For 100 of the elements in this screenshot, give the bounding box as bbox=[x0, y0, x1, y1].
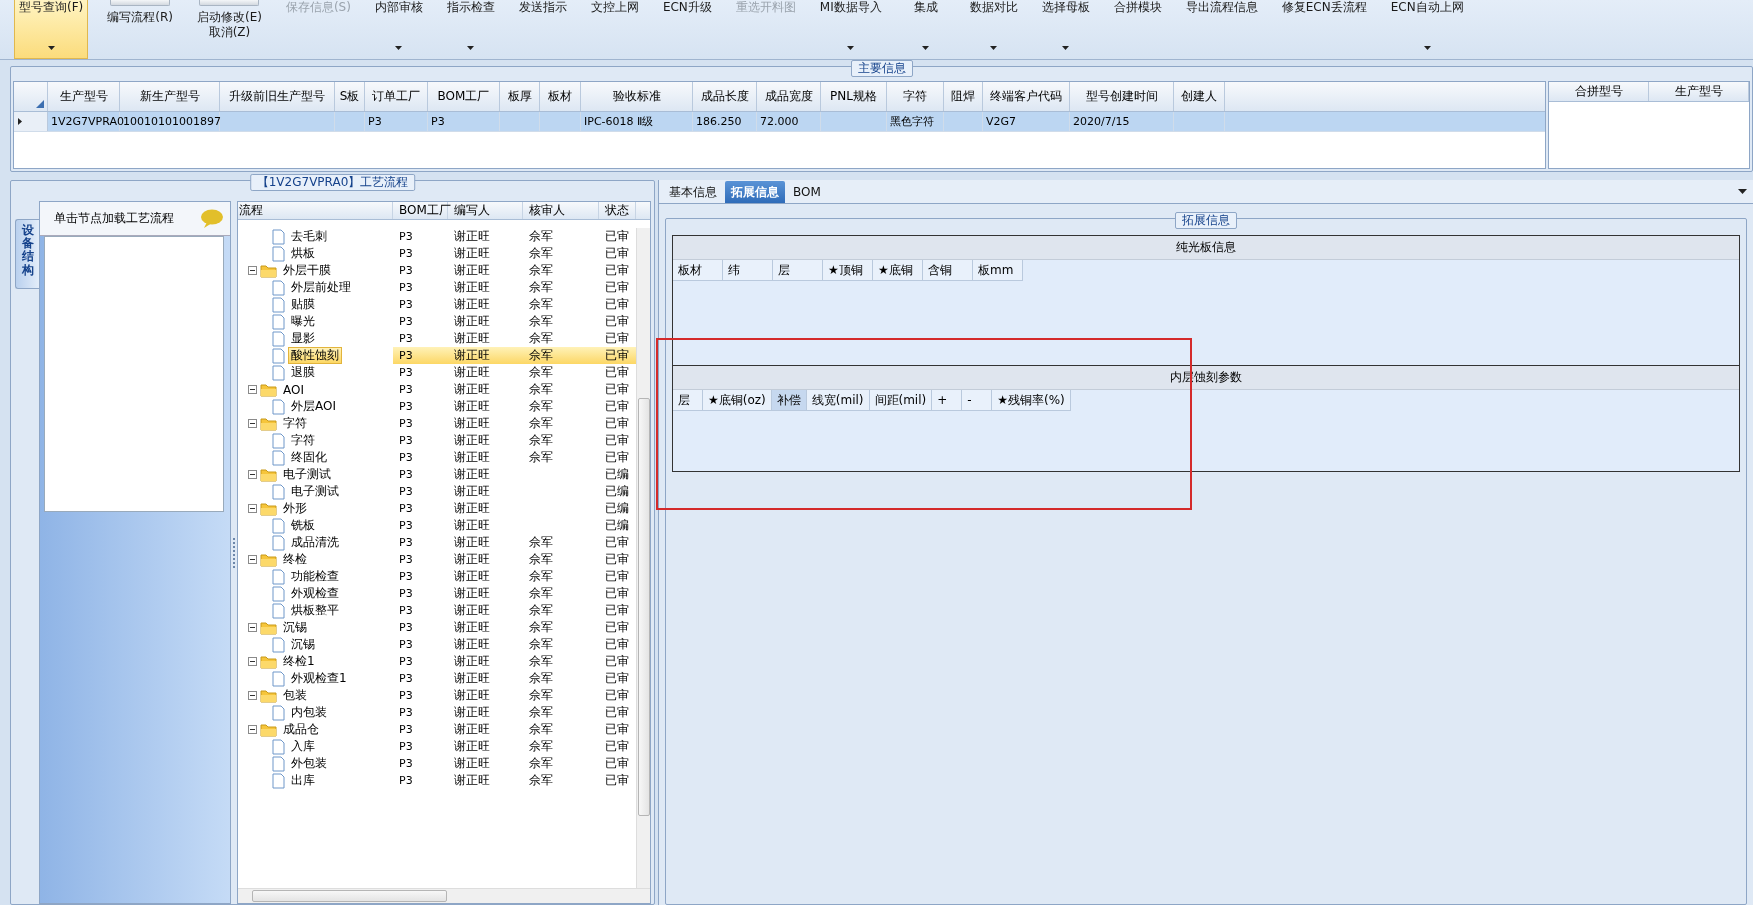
tree-node[interactable]: 内包装 bbox=[288, 704, 330, 721]
toolbar-button[interactable]: 型号查询(F) bbox=[14, 0, 89, 59]
tree-node[interactable]: 电子测试 bbox=[280, 466, 334, 483]
column-header[interactable]: 阻焊 bbox=[944, 82, 983, 111]
tree-node[interactable]: 终固化 bbox=[288, 449, 330, 466]
table-row[interactable]: 1V2G7VPRA010010101001897 P3 P3 IPC-6018 Ⅱ级 186.250 72.000 黑色字符 V2G7 2020/7/15 bbox=[14, 112, 1545, 132]
column-header[interactable]: ★顶铜 bbox=[823, 260, 873, 281]
column-header[interactable]: 成品长度 bbox=[693, 82, 757, 111]
collapse-icon[interactable] bbox=[248, 504, 257, 513]
collapse-icon[interactable] bbox=[248, 470, 257, 479]
column-header[interactable]: BOM工厂 bbox=[428, 82, 500, 111]
column-header[interactable]: 状态 bbox=[599, 202, 636, 219]
collapse-icon[interactable] bbox=[248, 555, 257, 564]
column-header[interactable]: 补偿 bbox=[771, 390, 807, 411]
column-header[interactable]: 层 bbox=[673, 390, 703, 411]
tree-node[interactable]: 外观检查 bbox=[288, 585, 342, 602]
toolbar-button[interactable]: 选择母板 bbox=[1036, 0, 1095, 59]
vertical-scrollbar[interactable] bbox=[636, 228, 650, 888]
column-header[interactable]: ★残铜率(%) bbox=[992, 390, 1071, 411]
tree-node[interactable]: 曝光 bbox=[288, 313, 318, 330]
tree-node[interactable]: 烘板 bbox=[288, 245, 318, 262]
collapse-icon[interactable] bbox=[248, 623, 257, 632]
column-header[interactable]: PNL规格 bbox=[821, 82, 887, 111]
toolbar-button[interactable]: 合拼模块 bbox=[1108, 0, 1167, 59]
side-tab[interactable]: 设备结构 bbox=[15, 219, 39, 289]
tree-node[interactable]: 终检1 bbox=[280, 653, 318, 670]
toolbar-button[interactable]: 编写流程(R) bbox=[102, 0, 178, 59]
tree-node[interactable]: 显影 bbox=[288, 330, 318, 347]
tree-node[interactable]: 外层干膜 bbox=[280, 262, 334, 279]
toolbar-button[interactable]: 导出流程信息 bbox=[1180, 0, 1263, 59]
toolbar-button[interactable]: 文控上网 bbox=[585, 0, 644, 59]
collapse-icon[interactable] bbox=[248, 725, 257, 734]
column-header[interactable]: ★底铜(oz) bbox=[703, 390, 772, 411]
column-header[interactable]: 生产型号 bbox=[48, 82, 120, 111]
column-header[interactable]: 纬 bbox=[723, 260, 773, 281]
tree-node[interactable]: 字符 bbox=[280, 415, 310, 432]
tree-node[interactable]: 外层AOI bbox=[288, 398, 339, 415]
column-header[interactable]: 间距(mil) bbox=[869, 390, 933, 411]
tree-node[interactable]: 入库 bbox=[288, 738, 318, 755]
tab[interactable]: 拓展信息 bbox=[725, 181, 785, 203]
tree-node[interactable]: 外观检查1 bbox=[288, 670, 350, 687]
tree-node[interactable]: 去毛刺 bbox=[288, 228, 330, 245]
collapse-icon[interactable] bbox=[248, 385, 257, 394]
collapse-icon[interactable] bbox=[248, 419, 257, 428]
tree-node[interactable]: 成品仓 bbox=[280, 721, 322, 738]
column-header[interactable]: 板厚 bbox=[500, 82, 540, 111]
collapse-icon[interactable] bbox=[248, 657, 257, 666]
column-header[interactable]: S板 bbox=[335, 82, 365, 111]
tree-node[interactable]: 沉锡 bbox=[288, 636, 318, 653]
column-header[interactable]: 板材 bbox=[673, 260, 723, 281]
column-header[interactable]: ★底铜 bbox=[873, 260, 923, 281]
toolbar-button[interactable]: 数据对比 bbox=[964, 0, 1023, 59]
column-header[interactable]: 升级前旧生产型号 bbox=[220, 82, 335, 111]
column-header[interactable]: 含铜 bbox=[923, 260, 973, 281]
toolbar-button[interactable]: ECN自动上网 bbox=[1385, 0, 1469, 59]
column-header[interactable]: 流程 bbox=[238, 202, 393, 219]
toolbar-button[interactable]: 集成 bbox=[900, 0, 951, 59]
column-header[interactable]: 终端客户代码 bbox=[983, 82, 1070, 111]
tree-node[interactable]: 外层前处理 bbox=[288, 279, 354, 296]
horizontal-scrollbar[interactable] bbox=[238, 888, 650, 903]
tree-node[interactable]: 终检 bbox=[280, 551, 310, 568]
tree-node[interactable]: AOI bbox=[280, 381, 307, 398]
column-header[interactable]: 型号创建时间 bbox=[1070, 82, 1174, 111]
column-header[interactable]: 合拼型号 bbox=[1549, 82, 1649, 101]
toolbar-button[interactable]: MI数据导入 bbox=[814, 0, 887, 59]
tree-node[interactable]: 功能检查 bbox=[288, 568, 342, 585]
column-header[interactable]: - bbox=[962, 390, 993, 411]
tree-node[interactable]: 字符 bbox=[288, 432, 318, 449]
column-header[interactable]: 创建人 bbox=[1174, 82, 1225, 111]
collapse-icon[interactable] bbox=[248, 691, 257, 700]
tree-node[interactable]: 电子测试 bbox=[288, 483, 342, 500]
tree-node[interactable]: 退膜 bbox=[288, 364, 318, 381]
toolbar-button[interactable]: 启动修改(E) 取消(Z) bbox=[191, 0, 267, 59]
tab[interactable]: BOM bbox=[787, 181, 827, 203]
tree-node[interactable]: 外包装 bbox=[288, 755, 330, 772]
column-header[interactable]: 验收标准 bbox=[581, 82, 693, 111]
collapse-icon[interactable] bbox=[248, 266, 257, 275]
dropdown-icon[interactable] bbox=[1738, 189, 1747, 194]
column-header[interactable]: 层 bbox=[773, 260, 823, 281]
column-header[interactable]: 订单工厂 bbox=[365, 82, 428, 111]
tree-node[interactable]: 铣板 bbox=[288, 517, 318, 534]
tree-node[interactable]: 贴膜 bbox=[288, 296, 318, 313]
column-header[interactable]: 核审人 bbox=[523, 202, 599, 219]
tree-node[interactable]: 包装 bbox=[280, 687, 310, 704]
column-header[interactable]: 新生产型号 bbox=[120, 82, 220, 111]
toolbar-button[interactable]: 发送指示 bbox=[513, 0, 572, 59]
toolbar-button[interactable]: 内部审核 bbox=[369, 0, 428, 59]
column-header[interactable]: 字符 bbox=[887, 82, 944, 111]
toolbar-button[interactable]: ECN升级 bbox=[657, 0, 717, 59]
toolbar-button[interactable]: 指示检查 bbox=[441, 0, 500, 59]
column-header[interactable]: 板mm bbox=[973, 260, 1023, 281]
tree-node[interactable]: 出库 bbox=[288, 772, 318, 789]
column-header[interactable]: 板材 bbox=[540, 82, 581, 111]
column-header[interactable]: 生产型号 bbox=[1649, 82, 1749, 101]
column-header[interactable]: + bbox=[932, 390, 963, 411]
tree-node[interactable]: 外形 bbox=[280, 500, 310, 517]
tree-node[interactable]: 烘板整平 bbox=[288, 602, 342, 619]
tree-node[interactable]: 成品清洗 bbox=[288, 534, 342, 551]
tab[interactable]: 基本信息 bbox=[663, 181, 723, 203]
column-header[interactable]: 成品宽度 bbox=[757, 82, 821, 111]
